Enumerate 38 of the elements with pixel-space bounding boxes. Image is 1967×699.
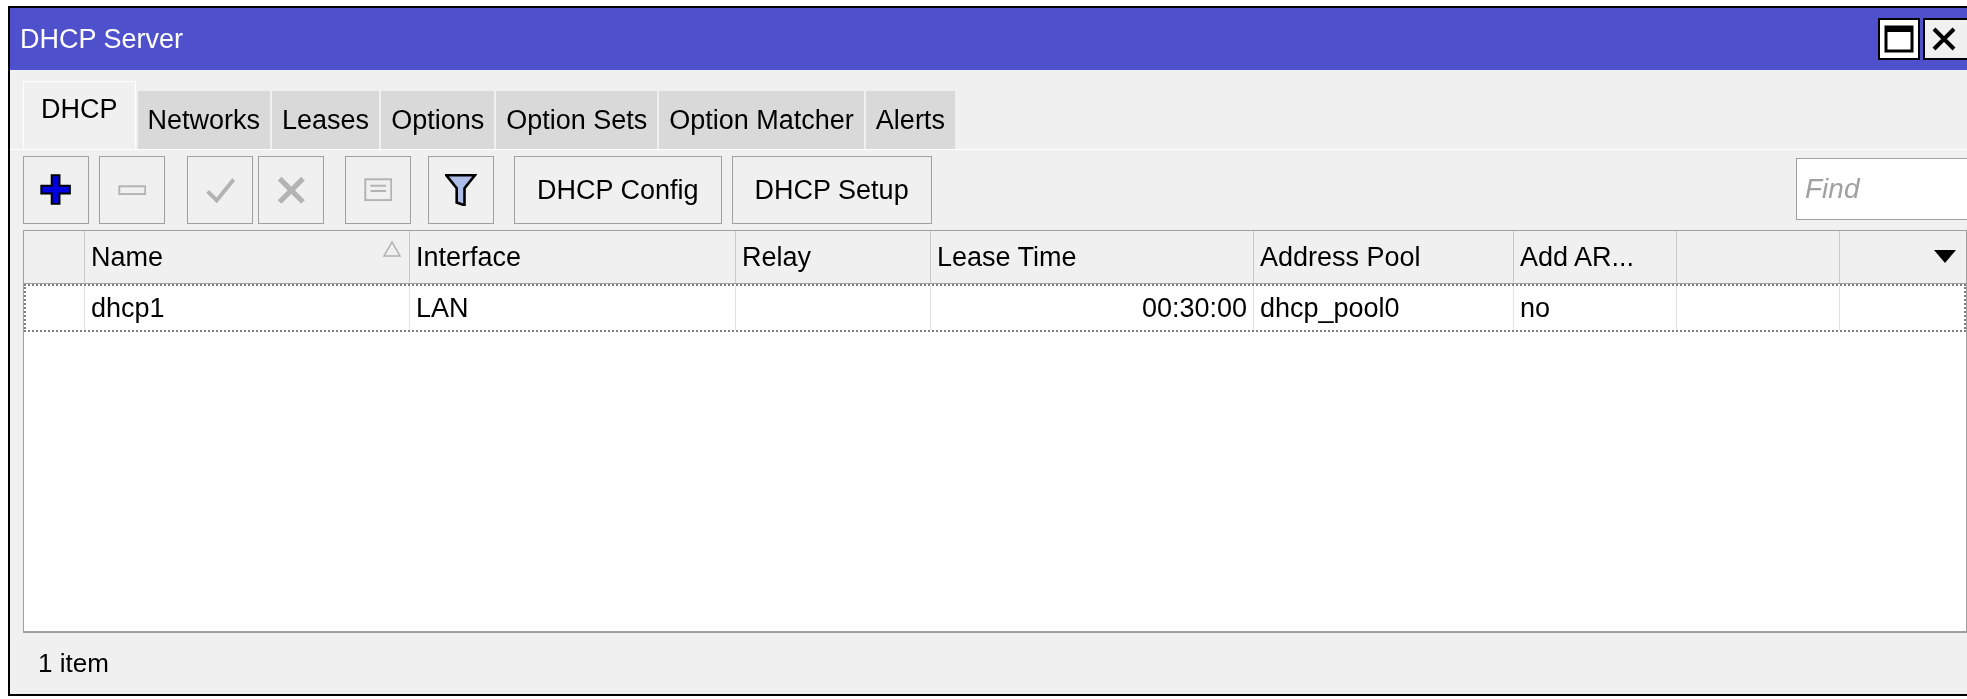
sort-icon	[383, 241, 401, 257]
tab[interactable]: DHCP	[23, 81, 136, 149]
table-cell-text: LAN	[416, 291, 469, 325]
tab[interactable]: Option Matcher	[659, 91, 866, 149]
status-text: 1 item	[38, 647, 109, 680]
column-header[interactable]: Lease Time	[931, 231, 1254, 283]
cross-icon	[276, 175, 306, 205]
window-title: DHCP Server	[20, 22, 184, 56]
maximize-icon	[1884, 25, 1914, 53]
table-cell-text: no	[1520, 291, 1551, 325]
column-header[interactable]: Add AR...	[1514, 231, 1677, 283]
table-cell-text: dhcp_pool0	[1260, 291, 1400, 325]
close-button[interactable]	[1923, 18, 1967, 60]
plus-icon	[40, 174, 72, 206]
column-header[interactable]: Address Pool	[1254, 231, 1514, 283]
toolbar-button[interactable]: DHCP Config	[514, 156, 722, 224]
toolbar-button[interactable]: DHCP Setup	[731, 156, 932, 224]
column-header[interactable]: Relay	[736, 231, 931, 283]
tab[interactable]: Options	[381, 91, 497, 149]
tab[interactable]: Leases	[272, 91, 382, 149]
tab[interactable]: Networks	[137, 91, 273, 149]
toolbar-button[interactable]	[23, 156, 89, 224]
filter-icon	[445, 173, 477, 207]
table-cell-text: dhcp1	[91, 291, 165, 325]
tab[interactable]: Option Sets	[496, 91, 660, 149]
close-icon	[1931, 26, 1957, 52]
maximize-button[interactable]	[1878, 18, 1920, 60]
dropdown-arrow-icon[interactable]	[1934, 250, 1956, 264]
column-header[interactable]: Name	[85, 231, 410, 283]
tab[interactable]: Alerts	[865, 91, 957, 149]
column-header[interactable]: Interface	[410, 231, 736, 283]
toolbar-button[interactable]	[428, 156, 494, 224]
table-cell-text: 00:30:00	[1141, 291, 1247, 325]
search-field[interactable]: Find	[1796, 158, 1967, 220]
table-row[interactable]: dhcp1 LAN 00:30:00 dhcp_pool0 no	[24, 284, 1966, 332]
note-icon	[363, 178, 393, 202]
checkmark-icon	[205, 177, 235, 203]
minus-icon	[117, 184, 147, 196]
